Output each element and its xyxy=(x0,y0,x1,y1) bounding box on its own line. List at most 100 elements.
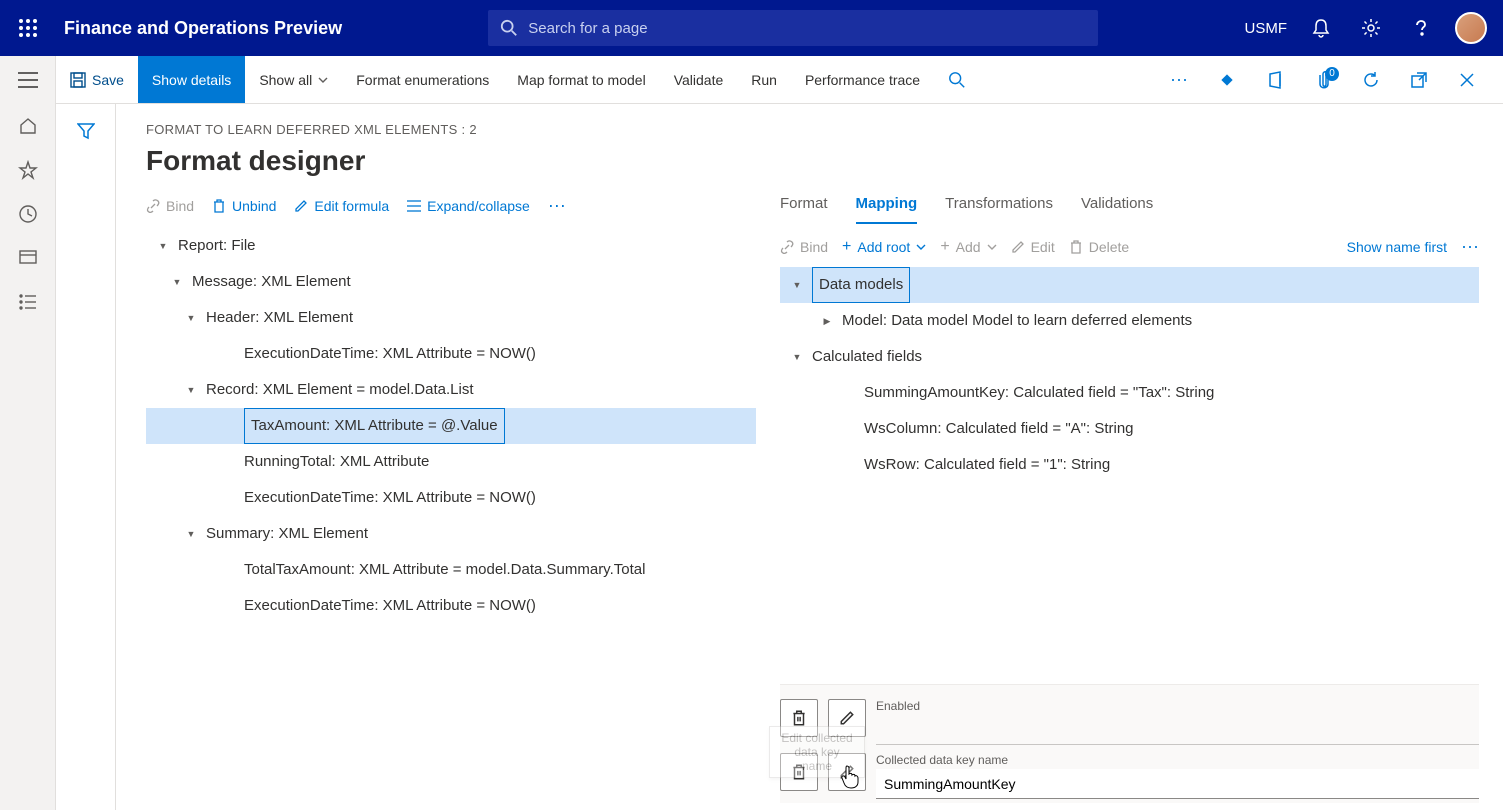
tree-node-label[interactable]: Summary: XML Element xyxy=(206,517,368,551)
ds-more-button[interactable]: ··· xyxy=(1461,236,1479,257)
trash-icon xyxy=(1069,239,1083,255)
tree-unbind-button[interactable]: Unbind xyxy=(212,198,276,214)
tree-row[interactable]: WsRow: Calculated field = "1": String xyxy=(780,447,1479,483)
tab-transformations[interactable]: Transformations xyxy=(945,195,1053,224)
nav-home[interactable] xyxy=(0,104,56,148)
tab-mapping[interactable]: Mapping xyxy=(856,195,918,224)
tree-row[interactable]: ▼ Report: File xyxy=(146,228,756,264)
ds-edit-button[interactable]: Edit xyxy=(1011,239,1055,255)
format-enumerations-button[interactable]: Format enumerations xyxy=(342,56,503,103)
tree-node-label[interactable]: ExecutionDateTime: XML Attribute = NOW() xyxy=(244,589,536,623)
ds-add-root-button[interactable]: +Add root xyxy=(842,238,926,256)
chevron-down-icon xyxy=(318,77,328,83)
office-addin-button[interactable] xyxy=(1259,64,1291,96)
keyname-edit-button[interactable]: Edit collected data key name xyxy=(828,753,866,791)
tree-row[interactable]: ▶ Model: Data model Model to learn deferr… xyxy=(780,303,1479,339)
tree-node-label[interactable]: ExecutionDateTime: XML Attribute = NOW() xyxy=(244,481,536,515)
tree-node-label[interactable]: Report: File xyxy=(178,229,256,263)
tree-node-label[interactable]: WsRow: Calculated field = "1": String xyxy=(864,448,1110,482)
tree-more-button[interactable]: ··· xyxy=(548,195,566,216)
nav-workspaces[interactable] xyxy=(0,236,56,280)
tree-row[interactable]: TaxAmount: XML Attribute = @.Value xyxy=(146,408,756,444)
search-command-button[interactable] xyxy=(934,56,980,103)
more-options-button[interactable]: ··· xyxy=(1163,64,1195,96)
notifications-button[interactable] xyxy=(1305,12,1337,44)
tree-row[interactable]: WsColumn: Calculated field = "A": String xyxy=(780,411,1479,447)
tree-node-label[interactable]: TaxAmount: XML Attribute = @.Value xyxy=(244,408,505,444)
run-label: Run xyxy=(751,72,777,88)
tab-validations[interactable]: Validations xyxy=(1081,195,1153,224)
ds-show-name-button[interactable]: Show name first xyxy=(1347,239,1447,255)
tree-node-label[interactable]: Message: XML Element xyxy=(192,265,351,299)
tree-node-label[interactable]: TotalTaxAmount: XML Attribute = model.Da… xyxy=(244,553,645,587)
search-input[interactable] xyxy=(528,20,1086,37)
tree-row[interactable]: ▼ Header: XML Element xyxy=(146,300,756,336)
tree-caret[interactable]: ▼ xyxy=(170,272,184,293)
tree-node-label[interactable]: Header: XML Element xyxy=(206,301,353,335)
tree-row[interactable]: TotalTaxAmount: XML Attribute = model.Da… xyxy=(146,552,756,588)
ds-bind-button[interactable]: Bind xyxy=(780,239,828,255)
refresh-button[interactable] xyxy=(1355,64,1387,96)
map-format-button[interactable]: Map format to model xyxy=(503,56,659,103)
app-launcher[interactable] xyxy=(8,8,48,48)
breadcrumb: FORMAT TO LEARN DEFERRED XML ELEMENTS : … xyxy=(146,122,1479,137)
tree-row[interactable]: ▼ Record: XML Element = model.Data.List xyxy=(146,372,756,408)
nav-recent[interactable] xyxy=(0,192,56,236)
global-search[interactable] xyxy=(488,10,1098,46)
tree-node-label[interactable]: WsColumn: Calculated field = "A": String xyxy=(864,412,1134,446)
show-all-button[interactable]: Show all xyxy=(245,56,342,103)
show-details-button[interactable]: Show details xyxy=(138,56,245,103)
tree-caret[interactable]: ▼ xyxy=(790,275,804,296)
run-button[interactable]: Run xyxy=(737,56,791,103)
attachments-button[interactable]: 0 xyxy=(1307,64,1339,96)
tree-node-label[interactable]: RunningTotal: XML Attribute xyxy=(244,445,429,479)
tree-node-label[interactable]: Model: Data model Model to learn deferre… xyxy=(842,304,1192,338)
enabled-input[interactable] xyxy=(876,715,1479,745)
nav-modules[interactable] xyxy=(0,280,56,324)
keyname-input[interactable] xyxy=(876,769,1479,799)
tree-row[interactable]: ▼ Message: XML Element xyxy=(146,264,756,300)
tree-expand-collapse-button[interactable]: Expand/collapse xyxy=(407,198,530,214)
company-selector[interactable]: USMF xyxy=(1245,20,1288,37)
tree-node-label[interactable]: Calculated fields xyxy=(812,340,922,374)
tree-row[interactable]: ▼ Summary: XML Element xyxy=(146,516,756,552)
datasource-tree[interactable]: ▼ Data models ▶ Model: Data model Model to … xyxy=(780,267,1479,483)
tree-row[interactable]: SummingAmountKey: Calculated field = "Ta… xyxy=(780,375,1479,411)
help-button[interactable] xyxy=(1405,12,1437,44)
user-avatar[interactable] xyxy=(1455,12,1487,44)
tree-row[interactable]: RunningTotal: XML Attribute xyxy=(146,444,756,480)
tree-bind-button[interactable]: Bind xyxy=(146,198,194,214)
nav-favorites[interactable] xyxy=(0,148,56,192)
bell-icon xyxy=(1312,18,1330,38)
validate-button[interactable]: Validate xyxy=(660,56,738,103)
tree-edit-formula-button[interactable]: Edit formula xyxy=(294,198,389,214)
tree-node-label[interactable]: ExecutionDateTime: XML Attribute = NOW() xyxy=(244,337,536,371)
popout-button[interactable] xyxy=(1403,64,1435,96)
tab-format[interactable]: Format xyxy=(780,195,828,224)
hamburger-button[interactable] xyxy=(0,56,56,104)
settings-button[interactable] xyxy=(1355,12,1387,44)
format-tree[interactable]: ▼ Report: File ▼ Message: XML Element ▼ Heade… xyxy=(146,228,756,624)
ds-add-button[interactable]: +Add xyxy=(940,238,996,256)
tree-row[interactable]: ExecutionDateTime: XML Attribute = NOW() xyxy=(146,480,756,516)
options-button[interactable] xyxy=(1211,64,1243,96)
tree-caret[interactable]: ▼ xyxy=(184,524,198,545)
tree-caret[interactable]: ▼ xyxy=(184,380,198,401)
save-button[interactable]: Save xyxy=(56,56,138,103)
filter-button[interactable] xyxy=(77,122,95,810)
tree-row[interactable]: ▼ Calculated fields xyxy=(780,339,1479,375)
tree-row[interactable]: ExecutionDateTime: XML Attribute = NOW() xyxy=(146,336,756,372)
performance-trace-button[interactable]: Performance trace xyxy=(791,56,934,103)
tree-caret[interactable]: ▼ xyxy=(156,236,170,257)
tree-node-label[interactable]: Record: XML Element = model.Data.List xyxy=(206,373,473,407)
tree-caret[interactable]: ▶ xyxy=(820,311,834,332)
tree-node-label[interactable]: SummingAmountKey: Calculated field = "Ta… xyxy=(864,376,1214,410)
tree-row[interactable]: ▼ Data models xyxy=(780,267,1479,303)
tree-caret[interactable]: ▼ xyxy=(184,308,198,329)
home-icon xyxy=(18,116,38,136)
ds-delete-button[interactable]: Delete xyxy=(1069,239,1129,255)
tree-node-label[interactable]: Data models xyxy=(812,267,910,303)
tree-caret[interactable]: ▼ xyxy=(790,347,804,368)
close-button[interactable] xyxy=(1451,64,1483,96)
tree-row[interactable]: ExecutionDateTime: XML Attribute = NOW() xyxy=(146,588,756,624)
